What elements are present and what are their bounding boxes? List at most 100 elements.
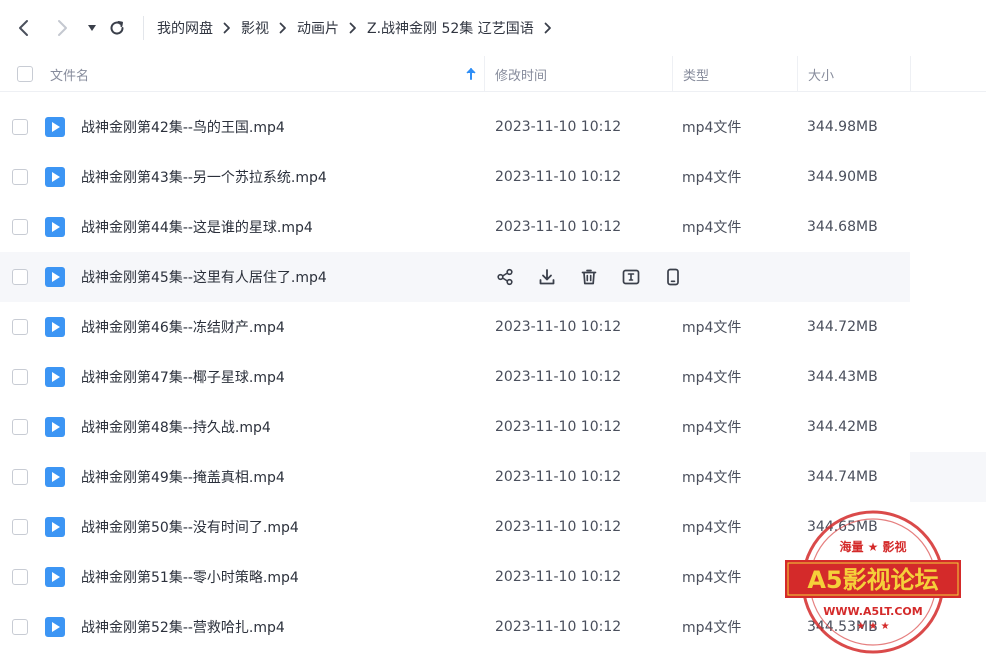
table-row[interactable]: 战神金刚第47集--椰子星球.mp4 2023-11-10 10:12 mp4文… [0,352,910,402]
column-divider[interactable] [910,56,911,92]
caret-down-icon [88,25,96,31]
file-type: mp4文件 [682,120,742,136]
table-row[interactable]: 战神金刚第52集--营救哈扎.mp4 2023-11-10 10:12 mp4文… [0,602,910,652]
table-row[interactable]: 战神金刚第48集--持久战.mp4 2023-11-10 10:12 mp4文件… [0,402,910,452]
breadcrumb-item-current[interactable]: Z.战神金刚 52集 辽艺国语 [367,18,534,38]
table-row-hovered[interactable]: 战神金刚第45集--这里有人居住了.mp4 [0,252,910,302]
watermark-stamp: 海量 ★ 影视 A5影视论坛 WWW.A5LT.COM ★ ★ ★ [785,510,961,654]
row-actions [494,266,704,288]
file-mtime: 2023-11-10 10:12 [495,119,622,135]
share-button[interactable] [494,266,516,288]
row-checkbox[interactable] [12,419,28,435]
chevron-right-icon [58,20,67,36]
file-size: 344.98MB [807,119,878,135]
row-checkbox[interactable] [12,519,28,535]
file-name[interactable]: 战神金刚第47集--椰子星球.mp4 [81,352,285,402]
table-row[interactable]: 战神金刚第46集--冻结财产.mp4 2023-11-10 10:12 mp4文… [0,302,910,352]
video-file-icon [45,167,65,187]
table-row[interactable]: 战神金刚第43集--另一个苏拉系统.mp4 2023-11-10 10:12 m… [0,152,910,202]
column-divider[interactable] [797,56,798,92]
file-name[interactable]: 战神金刚第49集--掩盖真相.mp4 [81,452,285,502]
table-row[interactable]: 战神金刚第49集--掩盖真相.mp4 2023-11-10 10:12 mp4文… [0,452,910,502]
file-name[interactable]: 战神金刚第44集--这是谁的星球.mp4 [81,202,313,252]
file-mtime: 2023-11-10 10:12 [495,569,622,585]
table-row[interactable]: 战神金刚第44集--这是谁的星球.mp4 2023-11-10 10:12 mp… [0,202,910,252]
file-mtime: 2023-11-10 10:12 [495,419,622,435]
breadcrumb-item-root[interactable]: 我的网盘 [157,18,213,38]
row-checkbox[interactable] [12,119,28,135]
video-file-icon [45,417,65,437]
video-file-icon [45,317,65,337]
column-divider[interactable] [672,56,673,92]
chevron-left-icon [19,20,28,36]
row-checkbox[interactable] [12,569,28,585]
chevron-right-icon [223,22,231,34]
sort-ascending-icon[interactable] [465,56,477,92]
breadcrumb-item-film[interactable]: 影视 [241,18,269,38]
file-name[interactable]: 战神金刚第51集--零小时策略.mp4 [81,552,299,602]
row-checkbox[interactable] [12,319,28,335]
column-header-name[interactable]: 文件名 [50,56,89,92]
row-checkbox[interactable] [12,369,28,385]
file-size: 344.43MB [807,369,878,385]
file-mtime: 2023-11-10 10:12 [495,619,622,635]
chevron-right-icon [349,22,357,34]
file-size: 344.72MB [807,319,878,335]
file-type: mp4文件 [682,620,742,636]
row-checkbox[interactable] [12,169,28,185]
refresh-button[interactable] [105,16,129,40]
video-file-icon [45,267,65,287]
file-name[interactable]: 战神金刚第52集--营救哈扎.mp4 [81,602,285,652]
file-name[interactable]: 战神金刚第45集--这里有人居住了.mp4 [81,252,327,302]
file-type: mp4文件 [682,520,742,536]
forward-button[interactable] [50,16,74,40]
share-icon [497,268,513,286]
video-file-icon [45,617,65,637]
back-button[interactable] [12,16,36,40]
breadcrumb-item-animation[interactable]: 动画片 [297,18,339,38]
file-name[interactable]: 战神金刚第42集--鸟的王国.mp4 [81,102,285,152]
breadcrumb: 我的网盘 影视 动画片 Z.战神金刚 52集 辽艺国语 [157,17,562,39]
table-row[interactable]: 战神金刚第50集--没有时间了.mp4 2023-11-10 10:12 mp4… [0,502,910,552]
column-header-size[interactable]: 大小 [808,56,834,92]
file-size: 344.90MB [807,169,878,185]
video-file-icon [45,467,65,487]
watermark-main-text: A5影视论坛 [807,566,938,594]
column-header-type[interactable]: 类型 [683,56,709,92]
scroll-area-shade [910,452,986,502]
watermark-url-text: WWW.A5LT.COM [823,605,922,618]
chevron-right-icon [279,22,287,34]
file-mtime: 2023-11-10 10:12 [495,519,622,535]
chevron-right-icon[interactable] [544,22,552,34]
file-name[interactable]: 战神金刚第43集--另一个苏拉系统.mp4 [81,152,327,202]
watermark-stars: ★ ★ ★ [856,621,889,632]
file-type: mp4文件 [682,370,742,386]
file-type: mp4文件 [682,570,742,586]
table-row[interactable]: 战神金刚第42集--鸟的王国.mp4 2023-11-10 10:12 mp4文… [0,102,910,152]
delete-button[interactable] [578,266,600,288]
video-file-icon [45,367,65,387]
send-to-phone-button[interactable] [662,266,684,288]
file-name[interactable]: 战神金刚第46集--冻结财产.mp4 [81,302,285,352]
file-type: mp4文件 [682,420,742,436]
file-size: 344.68MB [807,219,878,235]
row-checkbox[interactable] [12,269,28,285]
file-mtime: 2023-11-10 10:12 [495,319,622,335]
row-checkbox[interactable] [12,219,28,235]
file-name[interactable]: 战神金刚第50集--没有时间了.mp4 [81,502,299,552]
table-row[interactable]: 战神金刚第51集--零小时策略.mp4 2023-11-10 10:12 mp4… [0,552,910,602]
phone-icon [667,268,679,286]
history-dropdown-button[interactable] [80,16,104,40]
row-checkbox[interactable] [12,469,28,485]
column-header-mtime[interactable]: 修改时间 [495,56,547,92]
file-name[interactable]: 战神金刚第48集--持久战.mp4 [81,402,271,452]
column-divider[interactable] [484,56,485,92]
nav-divider [143,16,144,40]
download-button[interactable] [536,266,558,288]
file-mtime: 2023-11-10 10:12 [495,219,622,235]
select-all-checkbox[interactable] [17,66,33,82]
file-type: mp4文件 [682,320,742,336]
video-file-icon [45,217,65,237]
row-checkbox[interactable] [12,619,28,635]
rename-button[interactable] [620,266,642,288]
